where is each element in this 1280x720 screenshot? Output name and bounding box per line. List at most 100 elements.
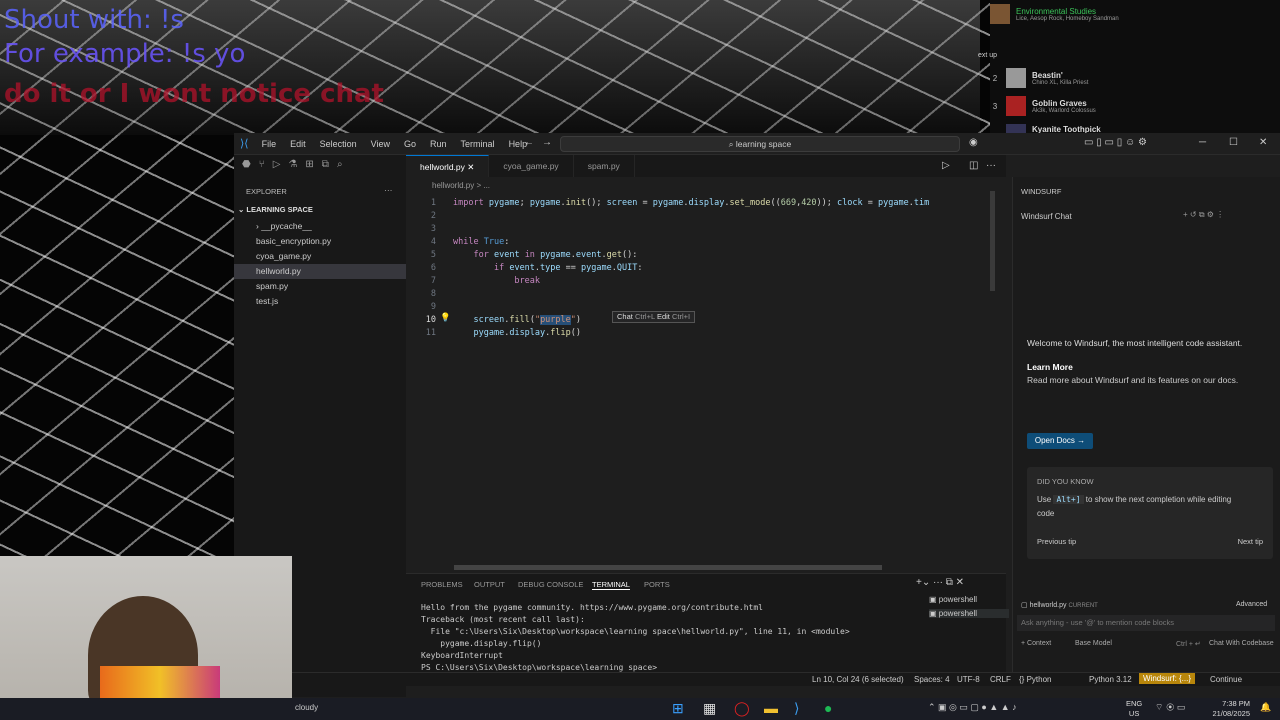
status-language[interactable]: {} Python [1019, 675, 1051, 684]
file-basic-encryption[interactable]: basic_encryption.py [234, 234, 406, 249]
terminal-output[interactable]: Hello from the pygame community. https:/… [421, 602, 850, 674]
breadcrumb[interactable]: hellworld.py > ... [432, 181, 490, 190]
tab-terminal[interactable]: TERMINAL [592, 580, 630, 590]
menu-terminal[interactable]: Terminal [461, 139, 495, 149]
hint-chat[interactable]: Chat [617, 312, 633, 321]
menu-view[interactable]: View [371, 139, 390, 149]
learn-more-text: Read more about Windsurf and its feature… [1027, 375, 1239, 385]
chat-codebase-button[interactable]: Chat With Codebase [1209, 640, 1274, 647]
menu-go[interactable]: Go [404, 139, 416, 149]
inline-hint[interactable]: Chat Ctrl+L Edit Ctrl+I [612, 311, 696, 323]
weather-text[interactable]: cloudy [295, 703, 318, 712]
vscode-logo-icon: ⟩⟨ [240, 138, 249, 150]
model-selector[interactable]: Base Model [1075, 640, 1112, 647]
lightbulb-icon[interactable]: 💡 [440, 313, 451, 323]
close-tab-icon[interactable]: ✕ [467, 162, 474, 172]
file-cyoa-game[interactable]: cyoa_game.py [234, 249, 406, 264]
network-volume-battery-icons[interactable]: ⌔ ◉ ▭ [1155, 702, 1185, 713]
source-control-icon[interactable]: ⑂ [259, 159, 265, 173]
file-test-js[interactable]: test.js [234, 294, 406, 309]
chat-input[interactable]: Ask anything - use '@' to mention code b… [1017, 615, 1275, 631]
file-hellworld[interactable]: hellworld.py [234, 264, 406, 279]
vscode-taskbar-icon[interactable]: ⟩ [794, 700, 799, 717]
tab-ports[interactable]: PORTS [644, 580, 670, 589]
context-button[interactable]: + Context [1021, 640, 1051, 647]
queue-artist: Chino XL, Killa Priest [1032, 79, 1089, 86]
code-line-5: for event in pygame.event.get(): [473, 250, 638, 260]
minimize-icon[interactable]: ─ [1199, 137, 1206, 148]
chat-toolbar-icons[interactable]: + ↺ ⧉ ⚙ ⋮ [1183, 210, 1224, 220]
notification-icon[interactable]: 🔔 [1260, 702, 1271, 713]
status-encoding[interactable]: UTF-8 [957, 675, 980, 684]
extensions-icon[interactable]: ⬣ [242, 159, 251, 173]
shell-item[interactable]: ▣ powershell [929, 595, 1009, 604]
start-icon[interactable]: ⊞ [672, 700, 684, 717]
menu-selection[interactable]: Selection [320, 139, 357, 149]
language-indicator[interactable]: ENG US [1126, 699, 1142, 719]
search-icon[interactable]: ⌕ [337, 159, 343, 173]
tab-label: cyoa_game.py [503, 161, 559, 171]
file-spam[interactable]: spam.py [234, 279, 406, 294]
status-continue[interactable]: Continue [1210, 675, 1242, 684]
folder-header[interactable]: ⌄ LEARNING SPACE [238, 205, 313, 214]
layout-icons[interactable]: ▭ ▯ ▭ ▯ ☺ ⚙ [1084, 137, 1147, 148]
more-icon[interactable]: ··· [384, 185, 393, 195]
spotify-queue-widget: Environmental Studies Lice, Aesop Rock, H… [978, 0, 1280, 135]
scrollbar[interactable] [990, 191, 995, 291]
explorer-icon[interactable]: ⧉ [322, 159, 329, 173]
tab-debug-console[interactable]: DEBUG CONSOLE [518, 580, 583, 589]
tab-spam[interactable]: spam.py [574, 155, 635, 177]
horizontal-scrollbar[interactable] [454, 565, 882, 570]
status-bar: Ln 10, Col 24 (6 selected) Spaces: 4 UTF… [234, 672, 1280, 686]
status-indent[interactable]: Spaces: 4 [914, 675, 950, 684]
split-editor-icon[interactable]: ◫ [969, 160, 978, 171]
new-terminal-icon[interactable]: +⌄ ··· ⧉ ✕ [916, 577, 964, 588]
next-tip-button[interactable]: Next tip [1238, 537, 1263, 546]
calculator-icon[interactable]: ▦ [703, 700, 716, 717]
run-file-icon[interactable]: ▷ [942, 160, 950, 171]
clock[interactable]: 7:38 PM 21/08/2025 [1208, 699, 1250, 719]
code-editor[interactable]: 1 2 3 4 5 6 7 8 9 10 11 import pygame; p… [406, 191, 1006, 571]
opera-icon[interactable]: ◯ [734, 700, 750, 717]
tab-hellworld[interactable]: hellworld.py ✕ [406, 155, 490, 177]
back-arrow-icon[interactable]: ← [524, 137, 534, 148]
spotify-icon[interactable]: ● [824, 700, 832, 716]
command-center-search[interactable]: ⌕ learning space [560, 136, 960, 152]
status-windsurf[interactable]: Windsurf: {...} [1139, 673, 1196, 684]
status-eol[interactable]: CRLF [990, 675, 1011, 684]
remote-icon[interactable]: ⊞ [305, 159, 313, 173]
queue-item: 3 Goblin Graves Ak3k, Warlord Colossus [990, 96, 1280, 116]
explorer-title: EXPLORER [246, 187, 287, 196]
run-debug-icon[interactable]: ▷ [273, 159, 281, 173]
menu-edit[interactable]: Edit [290, 139, 306, 149]
tray-icons[interactable]: ⌃ ▣ ◎ ▭ ▢ ● ▲ ▲ ♪ [928, 702, 1017, 713]
code-line-10: screen.fill("purple") [473, 315, 582, 325]
shell-name: powershell [938, 609, 978, 618]
tab-problems[interactable]: PROBLEMS [421, 580, 463, 589]
menu-run[interactable]: Run [430, 139, 447, 149]
album-art [1006, 96, 1026, 116]
shell-item[interactable]: ▣ powershell [929, 609, 1009, 618]
terminal-list: ▣ powershell ▣ powershell [929, 595, 1009, 618]
file-pycache[interactable]: › __pycache__ [234, 219, 406, 234]
tab-cyoa-game[interactable]: cyoa_game.py [489, 155, 574, 177]
file-explorer-icon[interactable]: ▬ [764, 700, 778, 716]
open-docs-button[interactable]: Open Docs → [1027, 433, 1093, 449]
menu-file[interactable]: File [262, 139, 277, 149]
advanced-link[interactable]: Advanced [1236, 601, 1267, 608]
forward-arrow-icon[interactable]: → [542, 137, 552, 148]
previous-tip-button[interactable]: Previous tip [1037, 537, 1076, 546]
close-icon[interactable]: ✕ [1259, 137, 1267, 148]
hint-edit[interactable]: Edit [657, 312, 670, 321]
status-cursor[interactable]: Ln 10, Col 24 (6 selected) [812, 675, 904, 684]
more-actions-icon[interactable]: ··· [986, 160, 996, 171]
copilot-icon[interactable]: ◉ [969, 137, 978, 148]
test-icon[interactable]: ⚗ [288, 159, 297, 173]
activity-bar: ⬣ ⑂ ▷ ⚗ ⊞ ⧉ ⌕ [234, 155, 406, 177]
maximize-icon[interactable]: ☐ [1229, 137, 1238, 148]
tab-output[interactable]: OUTPUT [474, 580, 505, 589]
clock-date: 21/08/2025 [1212, 709, 1250, 718]
context-file[interactable]: ▢ hellworld.py CURRENT [1021, 601, 1098, 609]
queue-number: 2 [992, 73, 998, 83]
status-interpreter[interactable]: Python 3.12 [1089, 675, 1132, 684]
